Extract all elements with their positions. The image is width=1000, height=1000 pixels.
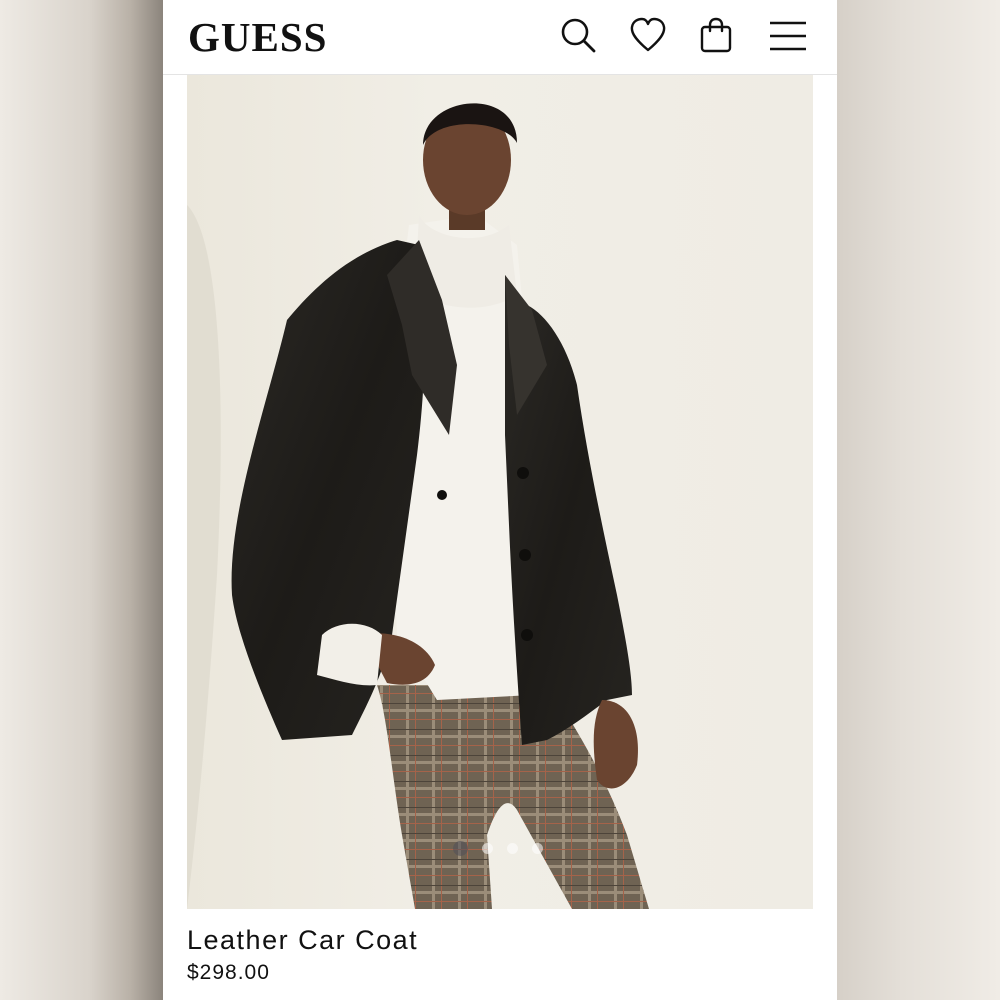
product-name[interactable]: Leather Car Coat	[187, 922, 418, 958]
brand-logo[interactable]: GUESS	[188, 14, 327, 60]
product-price: $298.00	[187, 961, 270, 984]
menu-icon[interactable]	[768, 15, 808, 55]
phone-screen: GUESS Leather Car Coat $298.00	[163, 0, 837, 1000]
carousel-dot[interactable]	[507, 842, 518, 854]
backdrop-left	[0, 0, 163, 1000]
model-illustration	[187, 75, 813, 909]
carousel-dot[interactable]	[453, 840, 468, 856]
carousel-dot[interactable]	[482, 842, 493, 854]
product-image[interactable]	[187, 75, 813, 909]
backdrop-right	[837, 0, 1000, 1000]
search-icon[interactable]	[558, 15, 598, 55]
shopping-bag-icon[interactable]	[696, 15, 736, 55]
site-header: GUESS	[163, 0, 837, 75]
carousel-dot[interactable]	[532, 842, 543, 854]
image-carousel-dots	[453, 840, 543, 856]
heart-icon[interactable]	[628, 15, 668, 55]
